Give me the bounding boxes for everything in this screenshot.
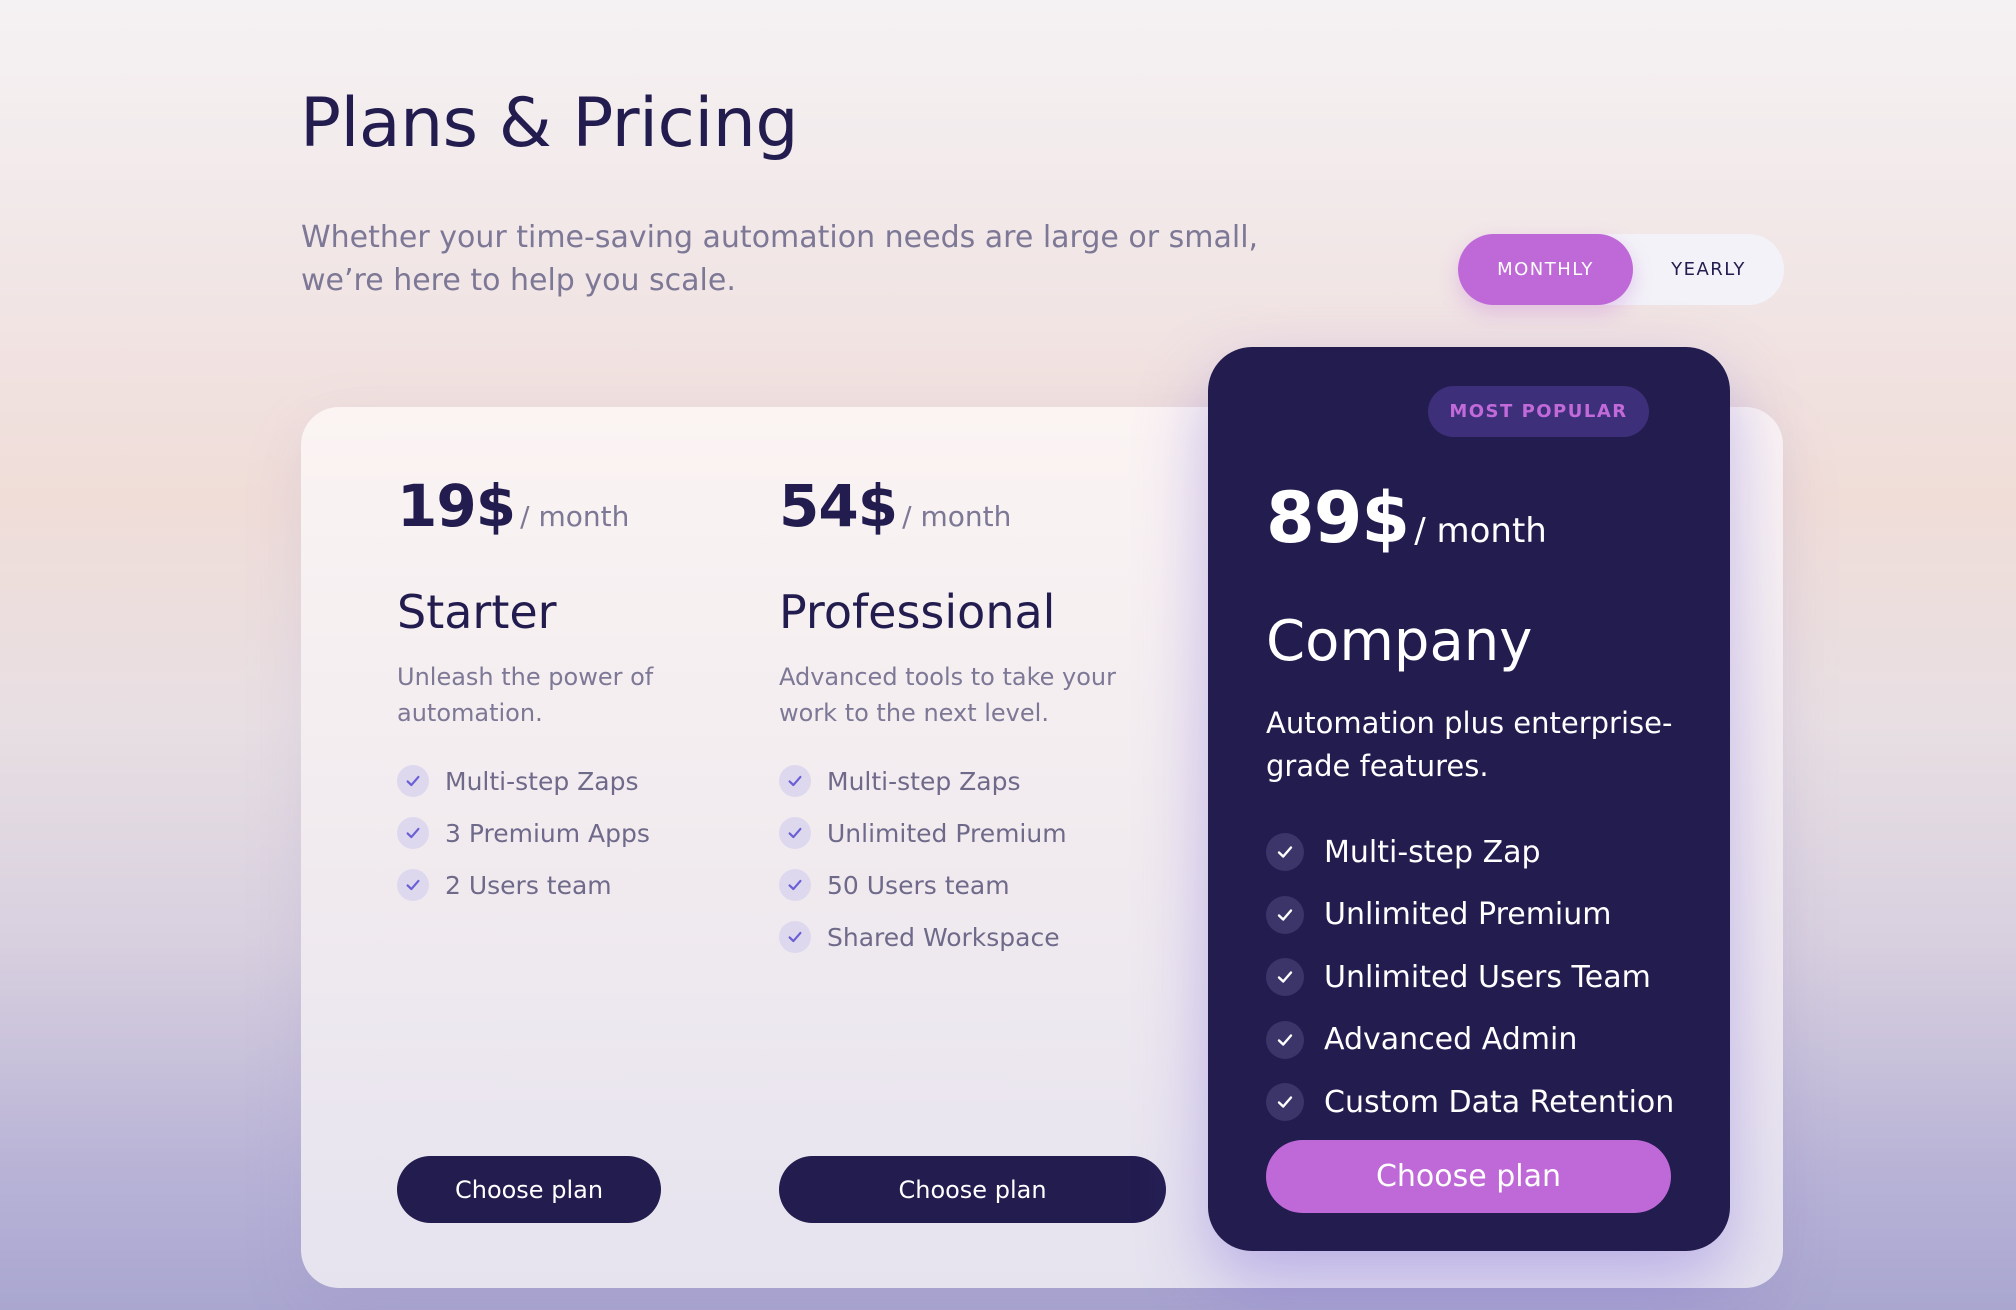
feature-item: Multi-step Zap	[1266, 821, 1674, 884]
feature-item: Multi-step Zaps	[779, 755, 1067, 807]
most-popular-badge: MOST POPULAR	[1428, 386, 1649, 437]
check-icon	[1266, 958, 1304, 997]
check-icon	[1266, 1020, 1304, 1059]
plan-description: Unleash the power of automation.	[397, 663, 654, 727]
feature-item: Multi-step Zaps	[397, 755, 650, 807]
feature-label: Advanced Admin	[1324, 1022, 1578, 1058]
feature-list: Multi-step Zaps Unlimited Premium 50 Users…	[779, 755, 1067, 963]
feature-label: Multi-step Zap	[1324, 834, 1541, 870]
feature-item: 2 Users team	[397, 859, 650, 911]
check-icon	[1266, 895, 1304, 934]
plan-description: Advanced tools to take your work to the …	[779, 663, 1116, 727]
feature-item: 50 Users team	[779, 859, 1067, 911]
feature-item: Unlimited Users Team	[1266, 946, 1674, 1009]
check-icon	[779, 817, 811, 849]
plan-price: 89$ / month	[1266, 477, 1547, 559]
price-period: / month	[902, 500, 1012, 533]
feature-item: Unlimited Premium	[1266, 884, 1674, 947]
check-icon	[397, 765, 429, 797]
plan-price: 19$ / month	[397, 472, 629, 540]
check-icon	[779, 921, 811, 953]
feature-list: Multi-step Zap Unlimited Premium Unlimited…	[1266, 821, 1674, 1134]
billing-toggle: MONTHLY YEARLY	[1458, 234, 1784, 305]
price-amount: 89$	[1266, 477, 1410, 559]
check-icon	[1266, 1083, 1304, 1122]
price-period: / month	[1414, 511, 1547, 551]
feature-label: Custom Data Retention	[1324, 1084, 1675, 1120]
price-amount: 54$	[779, 472, 898, 540]
choose-plan-starter-button[interactable]: Choose plan	[397, 1156, 661, 1223]
plan-name: Starter	[397, 585, 557, 639]
feature-label: 3 Premium Apps	[445, 818, 650, 848]
check-icon	[779, 869, 811, 901]
check-icon	[1266, 833, 1304, 872]
feature-list: Multi-step Zaps 3 Premium Apps 2 Users tea…	[397, 755, 650, 911]
check-icon	[397, 817, 429, 849]
feature-label: Unlimited Premium	[827, 818, 1067, 848]
feature-item: Unlimited Premium	[779, 807, 1067, 859]
feature-label: Shared Workspace	[827, 922, 1060, 952]
price-amount: 19$	[397, 472, 516, 540]
feature-label: 50 Users team	[827, 870, 1010, 900]
plan-price: 54$ / month	[779, 472, 1011, 540]
plan-description: Automation plus enterprise-grade feature…	[1266, 706, 1673, 783]
feature-label: 2 Users team	[445, 870, 612, 900]
choose-plan-professional-button[interactable]: Choose plan	[779, 1156, 1166, 1223]
feature-item: Advanced Admin	[1266, 1009, 1674, 1072]
feature-item: Custom Data Retention	[1266, 1071, 1674, 1134]
choose-plan-company-button[interactable]: Choose plan	[1266, 1140, 1671, 1213]
monthly-toggle-button[interactable]: MONTHLY	[1458, 234, 1633, 305]
feature-label: Unlimited Premium	[1324, 897, 1612, 933]
page-title: Plans & Pricing	[300, 84, 799, 163]
plan-company-card: MOST POPULAR 89$ / month Company Automat…	[1208, 347, 1730, 1251]
yearly-toggle-button[interactable]: YEARLY	[1633, 234, 1784, 305]
price-period: / month	[520, 500, 630, 533]
feature-item: 3 Premium Apps	[397, 807, 650, 859]
feature-item: Shared Workspace	[779, 911, 1067, 963]
check-icon	[397, 869, 429, 901]
check-icon	[779, 765, 811, 797]
plan-name: Company	[1266, 609, 1533, 674]
page-subtitle: Whether your time-saving automation need…	[301, 220, 1259, 298]
feature-label: Multi-step Zaps	[827, 766, 1021, 796]
feature-label: Unlimited Users Team	[1324, 959, 1651, 995]
plan-name: Professional	[779, 585, 1056, 639]
feature-label: Multi-step Zaps	[445, 766, 639, 796]
